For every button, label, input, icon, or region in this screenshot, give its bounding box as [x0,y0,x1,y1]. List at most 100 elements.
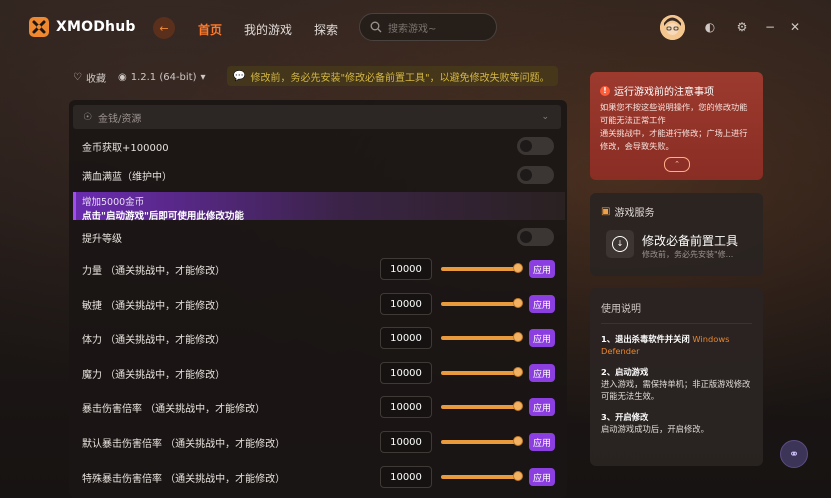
apply-button[interactable]: 应用 [529,329,555,347]
toggle-row: 金币获取+100000 [69,131,567,161]
settings-icon[interactable]: ⚙ [735,20,749,34]
value-input[interactable]: 10000 [380,327,432,349]
service-header: ▣ 游戏服务 [601,204,654,219]
back-button[interactable]: ← [153,17,175,39]
headset-icon: ⚭ [788,447,800,461]
apply-button[interactable]: 应用 [529,364,555,382]
main-nav: 首页 我的游戏 探索 [198,21,338,38]
slider-handle[interactable] [513,471,523,481]
slider-handle[interactable] [513,367,523,377]
apply-button[interactable]: 应用 [529,433,555,451]
guide-step: 2、启动游戏 进入游戏，需保持单机；非正版游戏修改可能无法生效。 [601,366,752,402]
slider-handle[interactable] [513,436,523,446]
section-header[interactable]: ☉ 金钱/资源 ⌄ [73,105,561,129]
service-title[interactable]: 修改必备前置工具 [642,232,738,249]
slider-label: 默认暴击伤害倍率 （通关挑战中，才能修改） [82,438,286,450]
apply-button[interactable]: 应用 [529,468,555,486]
back-arrow-icon: ← [159,21,169,35]
slider-handle[interactable] [513,401,523,411]
minimize-icon[interactable]: − [763,20,777,34]
slider-label: 魔力 （通关挑战中，才能修改） [82,369,226,381]
app-name: XMODhub [56,19,136,35]
toggle-label: 提升等级 [82,233,122,245]
slider-row: 力量 （通关挑战中，才能修改） 10000 应用 [69,254,567,284]
value-input[interactable]: 10000 [380,258,432,280]
slider-handle[interactable] [513,263,523,273]
toggle-switch[interactable] [517,228,554,246]
value-input[interactable]: 10000 [380,396,432,418]
service-subtitle: 修改前，务必先安装"修... [642,250,734,259]
banner-line-2: 点击"启动游戏"后即可使用此修改功能 [82,211,244,222]
notice-text: 修改前，务必先安装"修改必备前置工具"，以避免修改失败等问题。 [250,72,550,84]
download-icon: ↓ [612,236,628,252]
game-info-line: ♡ 收藏 ◉ 1.2.1 (64-bit) ▾ [73,70,206,85]
toggle-switch[interactable] [517,137,554,155]
coin-icon: ☉ [83,111,92,123]
banner-line-1: 增加5000金币 [82,197,145,208]
nav-home[interactable]: 首页 [198,21,222,38]
close-icon[interactable]: ✕ [788,20,802,34]
section-title: 金钱/资源 [97,113,142,125]
step-head: 2、启动游戏 [601,367,649,377]
apply-button[interactable]: 应用 [529,295,555,313]
warning-body: 如果您不按这些说明操作，您的修改功能可能无法正常工作 通关挑战中，才能进行修改；… [600,101,753,153]
value-slider[interactable] [441,401,523,411]
steam-icon: ◉ [117,72,127,83]
step-head: 1、退出杀毒软件并关闭 [601,334,690,344]
value-slider[interactable] [441,471,523,481]
slider-handle[interactable] [513,332,523,342]
favorite-label: 收藏 [85,74,106,85]
step-body: 进入游戏，需保持单机；非正版游戏修改可能无法生效。 [601,379,751,401]
guide-title: 使用说明 [601,300,752,324]
slider-label: 体力 （通关挑战中，才能修改） [82,334,226,346]
step-head: 3、开启修改 [601,412,649,422]
value-input[interactable]: 10000 [380,431,432,453]
slider-row: 特殊暴击伤害倍率 （通关挑战中，才能修改） 10000 应用 [69,462,567,492]
value-input[interactable]: 10000 [380,362,432,384]
avatar[interactable] [660,15,685,40]
value-slider[interactable] [441,367,523,377]
value-slider[interactable] [441,263,523,273]
slider-row: 暴击伤害倍率 （通关挑战中，才能修改） 10000 应用 [69,392,567,422]
guide-step: 3、开启修改 启动游戏成功后，开启修改。 [601,411,752,435]
warning-line-1: 如果您不按这些说明操作，您的修改功能可能无法正常工作 [600,102,748,125]
theme-icon[interactable]: ◐ [703,20,717,34]
chat-icon: 💬 [233,70,246,82]
value-input[interactable]: 10000 [380,293,432,315]
slider-handle[interactable] [513,298,523,308]
version-selector[interactable]: ◉ 1.2.1 (64-bit) ▾ [118,72,206,83]
slider-row: 敏捷 （通关挑战中，才能修改） 10000 应用 [69,289,567,319]
chevron-down-icon: ⌄ [541,112,549,122]
version-label: 1.2.1 (64-bit) [130,72,197,83]
apply-button[interactable]: 应用 [529,398,555,416]
search-placeholder: 搜索游戏~ [388,23,437,35]
apply-button[interactable]: 应用 [529,260,555,278]
nav-my-games[interactable]: 我的游戏 [244,21,292,38]
search-input[interactable]: 搜索游戏~ [359,13,497,41]
app-logo[interactable]: XMODhub [28,16,136,38]
guide-step: 1、退出杀毒软件并关闭 Windows Defender [601,333,752,357]
game-service-card: ▣ 游戏服务 ↓ 修改必备前置工具 修改前，务必先安装"修... [590,193,763,276]
warning-icon: ! [600,85,610,96]
toggle-switch[interactable] [517,166,554,184]
slider-label: 特殊暴击伤害倍率 （通关挑战中，才能修改） [82,473,286,485]
toggle-row: 提升等级 [69,222,567,252]
slider-label: 暴击伤害倍率 （通关挑战中，才能修改） [82,403,266,415]
mod-panel: ☉ 金钱/资源 ⌄ 金币获取+100000 满血满蓝（维护中） 增加5000金币… [69,100,567,498]
value-slider[interactable] [441,436,523,446]
download-tool-button[interactable]: ↓ [606,230,634,258]
value-input[interactable]: 10000 [380,466,432,488]
top-bar: XMODhub ← 首页 我的游戏 探索 搜索游戏~ ◐ ⚙ − ✕ [0,0,831,56]
slider-label: 敏捷 （通关挑战中，才能修改） [82,300,226,312]
support-button[interactable]: ⚭ [780,440,808,468]
install-notice[interactable]: 💬 修改前，务必先安装"修改必备前置工具"，以避免修改失败等问题。 [227,66,558,86]
collapse-button[interactable]: ⌃ [664,157,690,172]
launch-hint-banner: 增加5000金币 点击"启动游戏"后即可使用此修改功能 [73,192,565,222]
value-slider[interactable] [441,332,523,342]
usage-guide-card: 使用说明 1、退出杀毒软件并关闭 Windows Defender 2、启动游戏… [590,288,763,466]
value-slider[interactable] [441,298,523,308]
favorite-button[interactable]: ♡ 收藏 [73,70,106,85]
nav-explore[interactable]: 探索 [314,21,338,38]
logo-icon [29,17,49,37]
slider-label: 力量 （通关挑战中，才能修改） [82,265,226,277]
